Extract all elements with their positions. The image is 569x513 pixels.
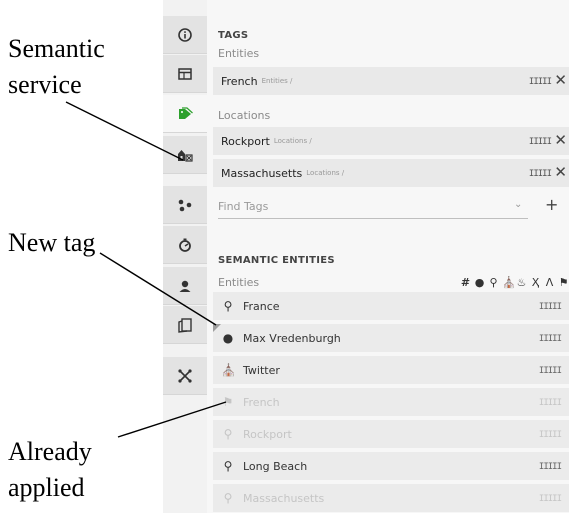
entity-name: Max Vredenburgh — [243, 331, 341, 345]
person-icon: ● — [222, 331, 234, 345]
callout-semantic-service-line1: Semantic — [8, 34, 105, 63]
tag-row-french[interactable]: French Entities / IIIII ✕ — [213, 67, 569, 95]
human-filter-icon[interactable]: Ҳ — [530, 276, 541, 290]
semantic-entities-title: SEMANTIC ENTITIES — [218, 255, 335, 266]
semantic-service-icon — [178, 149, 193, 162]
network-icon — [178, 368, 192, 383]
callout-new-tag: New tag — [8, 228, 96, 257]
entity-row-long-beach[interactable]: ⚲ Long Beach IIIII — [213, 452, 569, 482]
tag-path: Locations / — [306, 169, 345, 177]
tag-row-rockport[interactable]: Rockport Locations / IIIII ✕ — [213, 127, 569, 155]
education-filter-icon[interactable]: ♨ — [516, 276, 527, 290]
rail-tab-pages[interactable] — [163, 306, 207, 344]
find-tags-row: ⌄ + — [218, 195, 558, 221]
tag-name: Rockport — [221, 134, 270, 148]
tag-row-massachusetts[interactable]: Massachusetts Locations / IIIII ✕ — [213, 159, 569, 187]
rail-tab-timer[interactable] — [163, 226, 207, 264]
rail-tab-panel[interactable] — [163, 55, 207, 93]
panel-icon — [178, 67, 192, 80]
find-tags-input[interactable] — [218, 195, 528, 219]
entity-name: French — [243, 395, 280, 409]
nodes-icon — [178, 199, 192, 211]
location-filter-icon[interactable]: ⚲ — [488, 276, 499, 290]
relevance-bars-icon: IIIII — [538, 366, 562, 376]
relevance-bars-icon: IIIII — [538, 302, 562, 312]
entity-name: Twitter — [243, 363, 280, 377]
relevance-bars-icon: IIIII — [528, 77, 552, 87]
pages-icon — [178, 317, 192, 333]
remove-tag-button[interactable]: ✕ — [554, 132, 567, 148]
hash-icon[interactable]: # — [460, 276, 471, 290]
location-pin-icon: ⚲ — [223, 459, 233, 473]
new-tag-marker — [213, 324, 221, 332]
rail-tab-person[interactable] — [163, 267, 207, 305]
entity-name: Rockport — [243, 427, 292, 441]
rail-tab-tags[interactable] — [163, 95, 207, 133]
tags-entities-label: Entities — [218, 47, 260, 60]
entity-name: Long Beach — [243, 459, 308, 473]
entity-name: Massachusetts — [243, 491, 325, 505]
tag-name: Massachusetts — [221, 166, 303, 180]
entity-row-twitter[interactable]: ⛪ Twitter IIIII — [213, 356, 569, 386]
entity-row-rockport[interactable]: ⚲ Rockport IIIII — [213, 420, 569, 450]
relevance-bars-icon: IIIII — [538, 334, 562, 344]
entity-row-france[interactable]: ⚲ France IIIII — [213, 292, 569, 322]
remove-tag-button[interactable]: ✕ — [554, 72, 567, 88]
entity-row-french[interactable]: ⚑ French IIIII — [213, 388, 569, 418]
institution-icon: ⛪ — [221, 363, 236, 377]
relevance-bars-icon: IIIII — [528, 137, 552, 147]
tag-name: French — [221, 74, 258, 88]
location-pin-icon: ⚲ — [223, 299, 233, 313]
callout-semantic-service-line2: service — [8, 70, 82, 99]
relevance-bars-icon: IIIII — [538, 494, 562, 504]
flag-filter-icon[interactable]: ⚑ — [558, 276, 569, 290]
entity-row-max-vredenburgh[interactable]: ● Max Vredenburgh IIIII — [213, 324, 569, 354]
landmark-filter-icon[interactable]: Λ — [544, 276, 555, 290]
tag-path: Locations / — [273, 137, 312, 145]
person-icon — [179, 280, 191, 292]
chevron-down-icon[interactable]: ⌄ — [514, 199, 522, 210]
tags-section-title: TAGS — [218, 30, 249, 41]
callout-already-applied-line1: Already — [8, 437, 92, 466]
tag-icon — [179, 106, 193, 119]
relevance-bars-icon: IIIII — [538, 462, 562, 472]
flag-icon: ⚑ — [222, 395, 234, 409]
rail-tab-info[interactable] — [163, 16, 207, 54]
tag-path: Entities / — [261, 77, 293, 85]
tags-locations-label: Locations — [218, 109, 271, 122]
info-icon — [178, 27, 192, 42]
person-filter-icon[interactable]: ● — [474, 276, 485, 290]
remove-tag-button[interactable]: ✕ — [554, 164, 567, 180]
entity-type-filter: # ● ⚲ ⛪ ♨ Ҳ Λ ⚑ — [440, 276, 569, 290]
location-pin-icon: ⚲ — [223, 491, 233, 505]
entity-row-massachusetts[interactable]: ⚲ Massachusetts IIIII — [213, 484, 569, 513]
rail-tab-network[interactable] — [163, 357, 207, 395]
rail-tab-nodes[interactable] — [163, 186, 207, 224]
relevance-bars-icon: IIIII — [538, 398, 562, 408]
relevance-bars-icon: IIIII — [528, 169, 552, 179]
relevance-bars-icon: IIIII — [538, 430, 562, 440]
location-pin-icon: ⚲ — [223, 427, 233, 441]
callout-already-applied-line2: applied — [8, 473, 85, 502]
timer-icon — [179, 238, 191, 252]
institution-filter-icon[interactable]: ⛪ — [502, 276, 516, 290]
rail-tab-semantic-service[interactable] — [163, 136, 207, 174]
semantic-entities-label: Entities — [218, 276, 260, 289]
add-tag-button[interactable]: + — [545, 195, 558, 214]
entity-name: France — [243, 299, 280, 313]
